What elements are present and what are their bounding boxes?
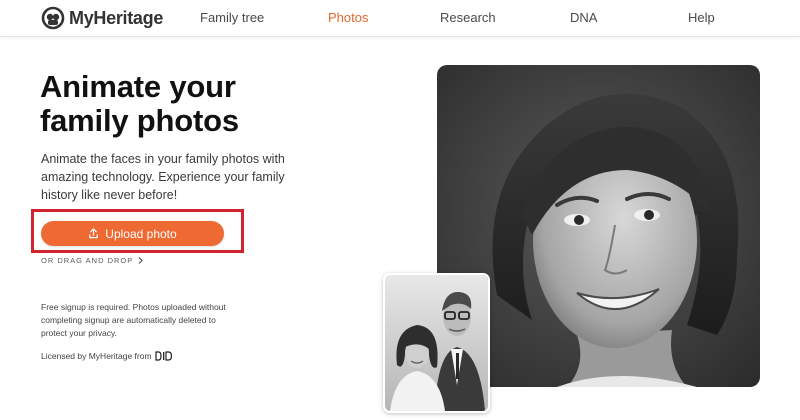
upload-icon: [88, 228, 99, 239]
page-title-line-2: family photos: [40, 103, 239, 138]
nav-family-tree[interactable]: Family tree: [200, 10, 264, 25]
license-credit: Licensed by MyHeritage from: [41, 351, 173, 361]
drag-and-drop-link[interactable]: OR DRAG AND DROP: [41, 256, 144, 265]
original-couple-photo: [383, 273, 490, 413]
chevron-right-icon: [138, 257, 144, 264]
nav-photos[interactable]: Photos: [328, 10, 368, 25]
nav-dna[interactable]: DNA: [570, 10, 597, 25]
myheritage-logo-icon: [41, 6, 65, 30]
license-credit-text: Licensed by MyHeritage from: [41, 351, 152, 361]
page-title: Animate your family photos: [40, 70, 360, 138]
myheritage-logo[interactable]: MyHeritage: [41, 6, 163, 30]
d-id-logo: [154, 351, 173, 361]
signup-notice: Free signup is required. Photos uploaded…: [41, 302, 226, 338]
top-navigation-bar: MyHeritage Family tree Photos Research D…: [0, 0, 800, 37]
nav-research[interactable]: Research: [440, 10, 496, 25]
nav-help[interactable]: Help: [688, 10, 715, 25]
drag-and-drop-label: OR DRAG AND DROP: [41, 256, 134, 265]
upload-photo-button[interactable]: Upload photo: [41, 221, 224, 246]
upload-photo-label: Upload photo: [105, 226, 177, 241]
hero-description: Animate the faces in your family photos …: [41, 152, 285, 202]
page-title-line-1: Animate your: [40, 69, 236, 104]
logo-text: MyHeritage: [69, 7, 164, 28]
